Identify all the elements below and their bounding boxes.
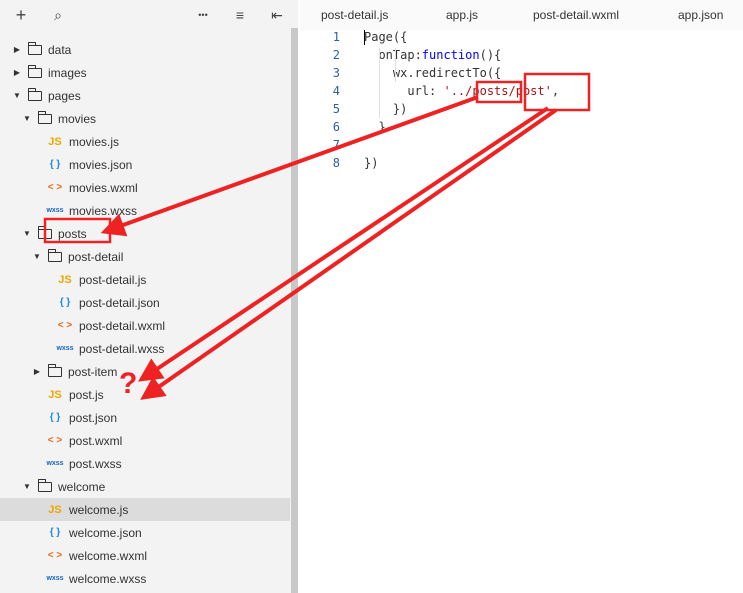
annotation-box-post [523,72,591,112]
annotation-box-posts-folder [43,217,112,244]
annotation-arrow-post-1 [138,106,550,382]
annotation-overlay: ? [43,72,591,400]
annotation-arrow-posts [100,95,479,237]
annotation-question-mark: ? [119,367,137,400]
annotation-arrow-post-2 [140,108,558,400]
annotation-box-posts [475,80,523,104]
